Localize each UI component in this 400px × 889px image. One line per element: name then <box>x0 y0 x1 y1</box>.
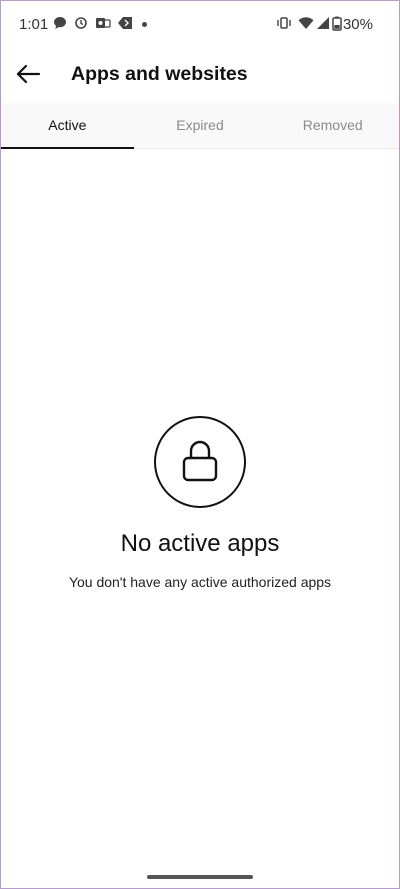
arrow-left-fill-icon <box>117 16 133 32</box>
tab-removed[interactable]: Removed <box>266 103 399 148</box>
wifi-icon <box>298 16 314 32</box>
tab-active[interactable]: Active <box>1 103 134 149</box>
vibrate-icon <box>276 16 292 32</box>
signal-icon <box>316 16 332 32</box>
notification-dot-icon <box>142 22 147 27</box>
lock-circle <box>154 416 246 508</box>
app-screen: 1:01 30% Apps and websites Active Expire… <box>0 0 400 889</box>
empty-state-subtitle: You don't have any active authorized app… <box>68 574 332 590</box>
history-icon <box>74 16 90 32</box>
tab-expired[interactable]: Expired <box>134 103 267 148</box>
back-button[interactable] <box>11 59 45 93</box>
battery-percentage: 30% <box>342 16 373 33</box>
chat-bubble-icon <box>53 16 69 32</box>
app-header: Apps and websites <box>1 47 399 103</box>
status-time: 1:01 <box>19 16 49 33</box>
empty-state: No active apps You don't have any active… <box>1 416 399 590</box>
tab-bar: Active Expired Removed <box>1 103 399 149</box>
arrow-left-icon <box>15 64 41 89</box>
empty-state-title: No active apps <box>120 530 280 557</box>
lock-icon <box>180 437 220 488</box>
status-bar: 1:01 30% <box>1 1 399 47</box>
navigation-handle[interactable] <box>147 875 253 879</box>
outlook-icon <box>95 16 111 32</box>
page-title: Apps and websites <box>71 63 248 85</box>
